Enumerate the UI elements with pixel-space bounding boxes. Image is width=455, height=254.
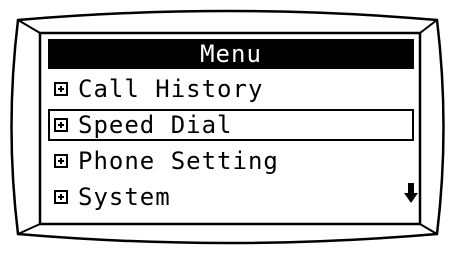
menu-item-label: Speed Dial <box>78 111 233 139</box>
lcd-screen: Menu Call History Speed Dial Phone Setti… <box>40 33 420 224</box>
expand-plus-icon <box>54 118 68 132</box>
menu-item-label: System <box>78 183 171 211</box>
expand-plus-icon <box>54 154 68 168</box>
arrow-down-icon[interactable] <box>404 183 418 203</box>
menu-title: Menu <box>48 39 414 69</box>
expand-plus-icon <box>54 82 68 96</box>
menu-item-label: Phone Setting <box>78 147 279 175</box>
menu-item-label: Call History <box>78 75 264 103</box>
menu-list: Call History Speed Dial Phone Setting Sy… <box>48 73 414 217</box>
menu-item-system[interactable]: System <box>48 181 414 213</box>
menu-item-speed-dial[interactable]: Speed Dial <box>48 109 414 141</box>
expand-plus-icon <box>54 190 68 204</box>
menu-item-phone-setting[interactable]: Phone Setting <box>48 145 414 177</box>
menu-item-call-history[interactable]: Call History <box>48 73 414 105</box>
